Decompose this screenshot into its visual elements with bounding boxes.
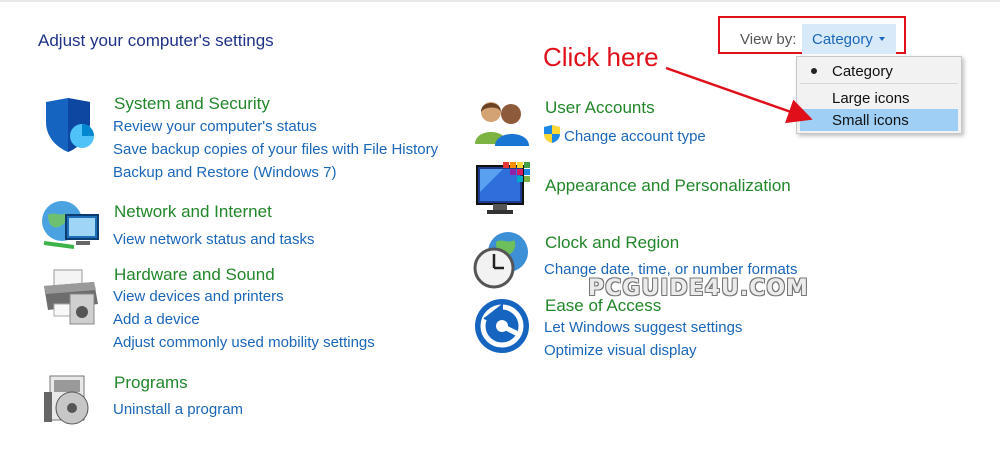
menu-item-label: Small icons (832, 112, 909, 129)
link-devices-printers[interactable]: View devices and printers (113, 288, 284, 305)
category-network-internet[interactable]: Network and Internet (114, 202, 272, 222)
shield-icon[interactable] (40, 96, 100, 156)
page-title: Adjust your computer's settings (38, 31, 274, 50)
link-network-status[interactable]: View network status and tasks (113, 231, 315, 248)
view-by-dropdown[interactable]: Category (802, 24, 896, 54)
selected-bullet-icon (811, 68, 817, 74)
monitor-palette-icon[interactable] (473, 160, 533, 220)
link-windows-suggest[interactable]: Let Windows suggest settings (544, 319, 742, 336)
top-divider (0, 0, 1000, 2)
menu-item-large-icons[interactable]: Large icons (800, 87, 958, 109)
link-review-status[interactable]: Review your computer's status (113, 118, 317, 135)
link-change-account-type[interactable]: Change account type (564, 128, 706, 145)
view-by-menu: Category Large icons Small icons (796, 56, 962, 134)
category-clock-region[interactable]: Clock and Region (545, 233, 679, 253)
annotation-click-here: Click here (543, 42, 659, 72)
link-file-history[interactable]: Save backup copies of your files with Fi… (113, 141, 438, 158)
menu-divider (800, 83, 958, 84)
clock-globe-icon[interactable] (472, 230, 532, 290)
menu-item-label: Category (832, 63, 893, 80)
category-programs[interactable]: Programs (114, 373, 188, 393)
view-by-selected-value: Category (812, 31, 873, 48)
category-appearance[interactable]: Appearance and Personalization (545, 176, 791, 196)
printer-icon[interactable] (40, 268, 100, 328)
network-globe-icon[interactable] (40, 197, 100, 257)
link-uninstall-program[interactable]: Uninstall a program (113, 401, 243, 418)
uac-shield-icon (543, 124, 561, 144)
menu-item-category[interactable]: Category (800, 60, 958, 82)
ease-of-access-icon[interactable] (474, 298, 534, 358)
chevron-down-icon (879, 37, 885, 41)
view-by-label: View by: (740, 31, 797, 48)
menu-item-label: Large icons (832, 90, 910, 107)
category-user-accounts[interactable]: User Accounts (545, 98, 655, 118)
users-icon[interactable] (473, 98, 533, 158)
category-hardware-sound[interactable]: Hardware and Sound (114, 265, 275, 285)
programs-disc-icon[interactable] (44, 372, 104, 432)
link-backup-restore[interactable]: Backup and Restore (Windows 7) (113, 164, 336, 181)
watermark-text: PCGUIDE4U.COM (588, 276, 809, 301)
category-system-security[interactable]: System and Security (114, 94, 270, 114)
link-mobility-settings[interactable]: Adjust commonly used mobility settings (113, 334, 375, 351)
link-add-device[interactable]: Add a device (113, 311, 200, 328)
link-optimize-visual[interactable]: Optimize visual display (544, 342, 697, 359)
menu-item-small-icons[interactable]: Small icons (800, 109, 958, 131)
